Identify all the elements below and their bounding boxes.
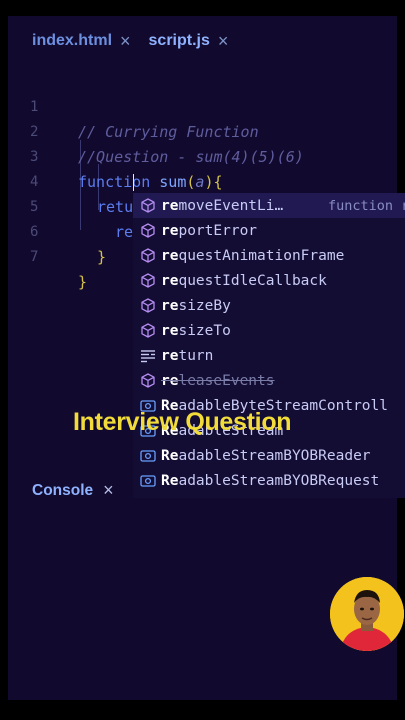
code-line: 4 return function (b){ (8, 145, 397, 216)
suggestion-label: resizeBy (161, 298, 231, 314)
suggestion-rest: leaseEvents (178, 372, 275, 389)
cube-icon (139, 198, 157, 213)
cube-icon (139, 323, 157, 338)
cube-icon (139, 248, 157, 263)
tab-label: script.js (148, 32, 210, 49)
suggestion-item[interactable]: requestIdleCallback (133, 268, 405, 293)
suggestion-rest: adableStreamBYOBRequest (178, 472, 380, 489)
code-line: 3 function sum(a){ (8, 120, 397, 191)
close-icon[interactable]: × (103, 480, 114, 501)
suggestion-match: re (161, 222, 179, 239)
suggestion-rest: moveEventLi… (178, 197, 284, 214)
suggestion-item[interactable]: return (133, 343, 405, 368)
top-bar (8, 0, 397, 16)
presenter-avatar-icon (330, 577, 404, 651)
tab-bar: index.html × script.js × (8, 24, 397, 58)
suggestion-item[interactable]: reportError (133, 218, 405, 243)
suggestion-rest: questIdleCallback (178, 272, 327, 289)
cube-icon (139, 373, 157, 388)
console-label: Console (32, 481, 94, 499)
bottom-bar (8, 700, 397, 720)
closing-brace: } (78, 273, 88, 291)
cube-icon (139, 223, 157, 238)
class-icon (139, 474, 157, 488)
avatar (330, 577, 404, 651)
suggestion-match: re (161, 297, 179, 314)
suggestion-label: removeEventLi… (161, 198, 283, 214)
suggestion-item[interactable]: resizeTo (133, 318, 405, 343)
autocomplete-popup[interactable]: removeEventLi… function r reportError reque… (133, 193, 405, 498)
close-icon[interactable]: × (120, 31, 131, 52)
suggestion-rest: turn (178, 347, 214, 364)
console-tab[interactable]: Console × (32, 480, 114, 501)
suggestion-match: re (161, 322, 179, 339)
suggestion-item[interactable]: requestAnimationFrame (133, 243, 405, 268)
class-icon (139, 449, 157, 463)
suggestion-rest: adableStreamBYOBReader (178, 447, 371, 464)
suggestion-match: re (161, 272, 179, 289)
closing-brace: } (97, 248, 107, 266)
suggestion-match: re (161, 372, 179, 389)
suggestion-label: ReadableStreamBYOBReader (161, 448, 371, 464)
suggestion-label: return (161, 348, 213, 364)
text-cursor (133, 174, 134, 191)
suggestion-match: re (161, 347, 179, 364)
suggestion-label: requestAnimationFrame (161, 248, 344, 264)
suggestion-label: resizeTo (161, 323, 231, 339)
suggestion-label: requestIdleCallback (161, 273, 327, 289)
suggestion-item[interactable]: ReadableStreamBYOBRequest (133, 468, 405, 493)
close-icon[interactable]: × (218, 31, 229, 52)
suggestion-match: Re (161, 447, 179, 464)
editor-window: index.html × script.js × 1 // Currying F… (8, 0, 405, 720)
code-line: 5 re (8, 170, 397, 241)
suggestion-item[interactable]: resizeBy (133, 293, 405, 318)
suggestion-item[interactable]: ReadableStreamBYOBReader (133, 443, 405, 468)
suggestion-rest: sizeBy (178, 297, 231, 314)
line-number: 7 (30, 249, 39, 265)
suggestion-rest: sizeTo (178, 322, 231, 339)
code-line: 2 //Question - sum(4)(5)(6) (8, 95, 397, 166)
code-line: 1 // Currying Function (8, 70, 397, 141)
overlay-caption: Interview Question (73, 408, 292, 436)
suggestion-match: Re (161, 472, 179, 489)
suggestion-item[interactable]: releaseEvents (133, 368, 405, 393)
tab-script-js[interactable]: script.js × (149, 31, 229, 52)
tab-index-html[interactable]: index.html × (32, 31, 131, 52)
cube-icon (139, 273, 157, 288)
suggestion-detail: function r (328, 197, 405, 214)
suggestion-match: re (161, 197, 179, 214)
cube-icon (139, 298, 157, 313)
suggestion-label: releaseEvents (161, 373, 275, 389)
keyword-icon (139, 349, 157, 363)
suggestion-rest: portError (178, 222, 258, 239)
suggestion-item[interactable]: removeEventLi… function r (133, 193, 405, 218)
suggestion-label: reportError (161, 223, 257, 239)
tab-label: index.html (32, 32, 113, 49)
suggestion-match: re (161, 247, 179, 264)
suggestion-rest: questAnimationFrame (178, 247, 345, 264)
suggestion-label: ReadableStreamBYOBRequest (161, 473, 379, 489)
